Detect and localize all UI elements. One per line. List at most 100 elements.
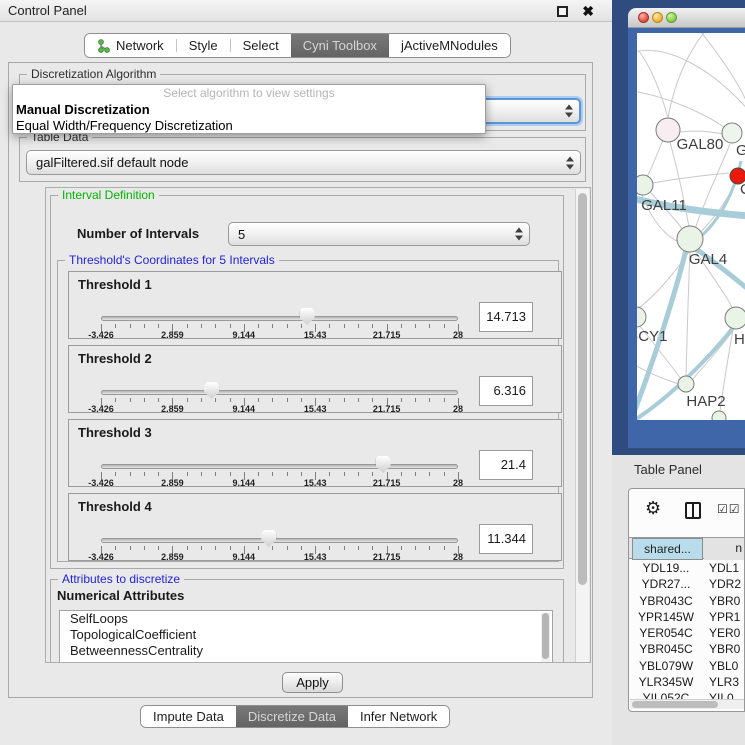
tab-cyni-toolbox[interactable]: Cyni Toolbox	[291, 34, 389, 57]
attributes-scrollbar[interactable]	[541, 613, 550, 663]
threshold-value-field[interactable]: 11.344	[479, 524, 533, 554]
slider-track[interactable]	[101, 390, 458, 395]
attributes-scrollbar-thumb[interactable]	[542, 613, 549, 659]
table-row[interactable]: YPR145WYPR1	[629, 609, 745, 625]
tick-label: 15.43	[304, 404, 327, 414]
slider-track[interactable]	[101, 316, 458, 321]
attributes-group: Attributes to discretize Numerical Attri…	[50, 579, 564, 663]
table-row[interactable]: YDL19...YDL1	[629, 560, 745, 576]
algorithm-popup-hint: Select algorithm to view settings	[13, 85, 485, 102]
network-edge[interactable]	[670, 142, 689, 227]
column-header-shared-name[interactable]: shared...	[632, 538, 703, 560]
column-header-name[interactable]: n	[704, 538, 745, 560]
tab-select[interactable]: Select	[231, 34, 291, 57]
cell-name: YDL1	[703, 560, 739, 576]
tab-infer-label: Infer Network	[360, 709, 437, 724]
popup-option-equal-width[interactable]: Equal Width/Frequency Discretization	[13, 118, 485, 134]
tick-label: 21.715	[373, 404, 401, 414]
network-node[interactable]	[725, 307, 745, 329]
tick-label: 21.715	[373, 552, 401, 562]
settings-scrollbar[interactable]	[575, 189, 589, 663]
cell-shared-name: YBR045C	[629, 641, 703, 657]
numerical-attributes-list[interactable]: SelfLoopsTopologicalCoefficientBetweenne…	[59, 610, 553, 663]
attribute-item[interactable]: BetweennessCentrality	[60, 643, 552, 659]
table-row[interactable]: YBR045CYBR0	[629, 641, 745, 657]
settings-scrollbar-thumb[interactable]	[578, 193, 587, 585]
table-hscrollbar[interactable]	[630, 699, 744, 709]
slider-track[interactable]	[101, 464, 458, 469]
tab-discretize-data[interactable]: Discretize Data	[236, 706, 348, 727]
tick-label: 28	[453, 404, 463, 414]
network-edge[interactable]	[680, 131, 723, 134]
cell-name: YDR2	[703, 576, 741, 592]
tab-jactivemnodules[interactable]: jActiveMNodules	[389, 34, 510, 57]
tick-label: 9.144	[233, 552, 256, 562]
network-node-label: GAL80	[677, 136, 724, 153]
tab-infer-network[interactable]: Infer Network	[348, 706, 449, 727]
table-row[interactable]: YLR345WYLR3	[629, 674, 745, 690]
network-canvas[interactable]: GAL80GACGAL11GAL4GCY1HHAP2	[637, 33, 745, 420]
number-of-intervals-combobox[interactable]: 5	[228, 222, 530, 246]
tick-label: 21.715	[373, 478, 401, 488]
table-data-combobox[interactable]: galFiltered.sif default node	[26, 150, 581, 175]
close-icon[interactable]: ✖	[582, 2, 594, 20]
cell-shared-name: YDR27...	[629, 576, 703, 592]
slider-tick-labels: -3.4262.8599.14415.4321.71528	[101, 330, 458, 340]
threshold-coordinates-group: Threshold's Coordinates for 5 Intervals …	[57, 260, 559, 562]
slider-thumb[interactable]	[204, 382, 219, 399]
slider-track[interactable]	[101, 538, 458, 543]
slider-thumb[interactable]	[376, 456, 391, 473]
minimize-traffic-light[interactable]	[652, 12, 663, 23]
network-node-label: GA	[736, 142, 745, 159]
tick-label: 15.43	[304, 330, 327, 340]
attribute-item[interactable]: SelfLoops	[60, 611, 552, 627]
network-edge[interactable]	[637, 50, 745, 111]
network-node[interactable]	[722, 123, 742, 143]
network-edge[interactable]	[668, 33, 709, 118]
table-row[interactable]: YIL052CYIL0	[629, 690, 745, 699]
tab-style[interactable]: Style	[177, 34, 230, 57]
threshold-value-field[interactable]: 6.316	[479, 376, 533, 406]
popup-option-manual[interactable]: Manual Discretization	[13, 102, 485, 118]
threshold-value-field[interactable]: 21.4	[479, 450, 533, 480]
table-hscrollbar-thumb[interactable]	[632, 701, 718, 708]
zoom-traffic-light[interactable]	[666, 12, 677, 23]
cyni-toolbox-panel: Discretization Algorithm Table Data galF…	[8, 62, 593, 698]
tick-label: 15.43	[304, 552, 327, 562]
network-node[interactable]	[678, 376, 694, 392]
table-panel-area: Table Panel ⚙ ☑☑ shared... n YDL19...YDL…	[612, 455, 745, 745]
tab-network[interactable]: Network	[85, 34, 176, 57]
table-row[interactable]: YER054CYER0	[629, 625, 745, 641]
network-edge[interactable]	[647, 140, 663, 177]
network-edge[interactable]	[637, 91, 725, 128]
network-node[interactable]	[637, 307, 646, 327]
table-row[interactable]: YBL079WYBL0	[629, 658, 745, 674]
network-view-window: GAL80GACGAL11GAL4GCY1HHAP2	[628, 8, 745, 448]
slider-tick-labels: -3.4262.8599.14415.4321.71528	[101, 552, 458, 562]
network-edge[interactable]	[686, 252, 690, 376]
attribute-item[interactable]: TopologicalCoefficient	[60, 627, 552, 643]
tab-impute-data[interactable]: Impute Data	[141, 706, 236, 727]
table-row[interactable]: YDR27...YDR2	[629, 576, 745, 592]
checkbox-icons[interactable]: ☑☑	[717, 502, 741, 516]
apply-button[interactable]: Apply	[282, 672, 343, 693]
threshold-value-field[interactable]: 14.713	[479, 302, 533, 332]
float-icon[interactable]	[557, 6, 568, 17]
network-node[interactable]	[712, 411, 726, 420]
tick-label: 9.144	[233, 478, 256, 488]
close-traffic-light[interactable]	[638, 12, 649, 23]
gear-icon[interactable]: ⚙	[645, 498, 661, 519]
interval-definition-label: Interval Definition	[58, 188, 159, 202]
cell-name: YER0	[703, 625, 740, 641]
network-node[interactable]	[677, 226, 703, 252]
network-edge[interactable]	[639, 51, 668, 118]
tick-label: 28	[453, 478, 463, 488]
combo-stepper-icon	[515, 228, 523, 241]
split-columns-icon[interactable]	[685, 502, 701, 519]
slider-thumb[interactable]	[300, 308, 315, 325]
network-node[interactable]	[637, 175, 653, 195]
slider-thumb[interactable]	[261, 530, 276, 547]
tick-label: 9.144	[233, 404, 256, 414]
table-row[interactable]: YBR043CYBR0	[629, 593, 745, 609]
network-edge[interactable]	[653, 173, 729, 183]
